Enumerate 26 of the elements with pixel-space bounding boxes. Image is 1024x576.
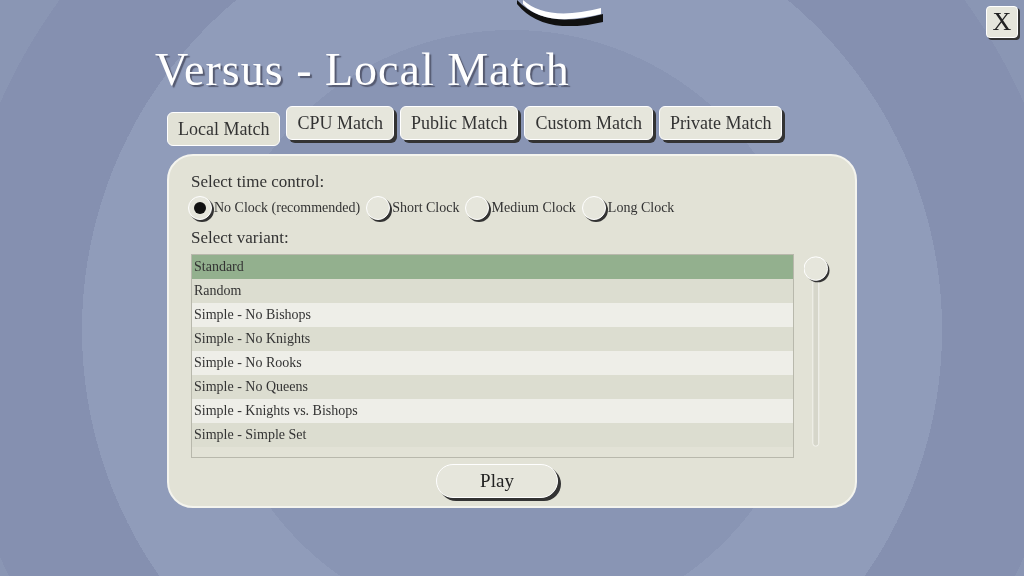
radio-label: Medium Clock — [491, 200, 576, 216]
close-button[interactable]: X — [986, 6, 1018, 38]
radio-button[interactable] — [366, 196, 391, 220]
radio-button[interactable] — [465, 196, 490, 220]
match-tab[interactable]: Private Match — [658, 106, 783, 140]
match-tab[interactable]: Public Match — [399, 106, 519, 140]
variant-item[interactable]: Simple - No Knights — [192, 327, 793, 351]
radio-label: Long Clock — [607, 200, 675, 216]
match-tab[interactable]: CPU Match — [286, 106, 394, 140]
variant-item[interactable]: Random — [192, 279, 793, 303]
time-control-label: Select time control: — [191, 172, 326, 192]
play-button[interactable]: Play — [436, 464, 558, 498]
radio-label: No Clock (recommended) — [214, 200, 361, 216]
variant-item[interactable]: Simple - Simple Set — [192, 423, 793, 447]
variant-label: Select variant: — [191, 228, 290, 248]
radio-button[interactable] — [188, 196, 212, 220]
variant-item[interactable]: Simple - Knights vs. Bishops — [192, 399, 793, 423]
match-tab[interactable]: Custom Match — [524, 106, 653, 140]
match-tab[interactable]: Local Match — [167, 112, 281, 146]
page-title: Versus - Local Match — [155, 44, 570, 96]
radio-label: Short Clock — [392, 200, 460, 216]
variant-item[interactable]: Simple - No Queens — [192, 375, 793, 399]
variant-item[interactable]: Standard — [192, 255, 793, 279]
variant-item[interactable]: Simple - No Bishops — [192, 303, 793, 327]
variant-item[interactable]: Simple - No Rooks — [192, 351, 793, 375]
radio-button[interactable] — [581, 196, 606, 220]
